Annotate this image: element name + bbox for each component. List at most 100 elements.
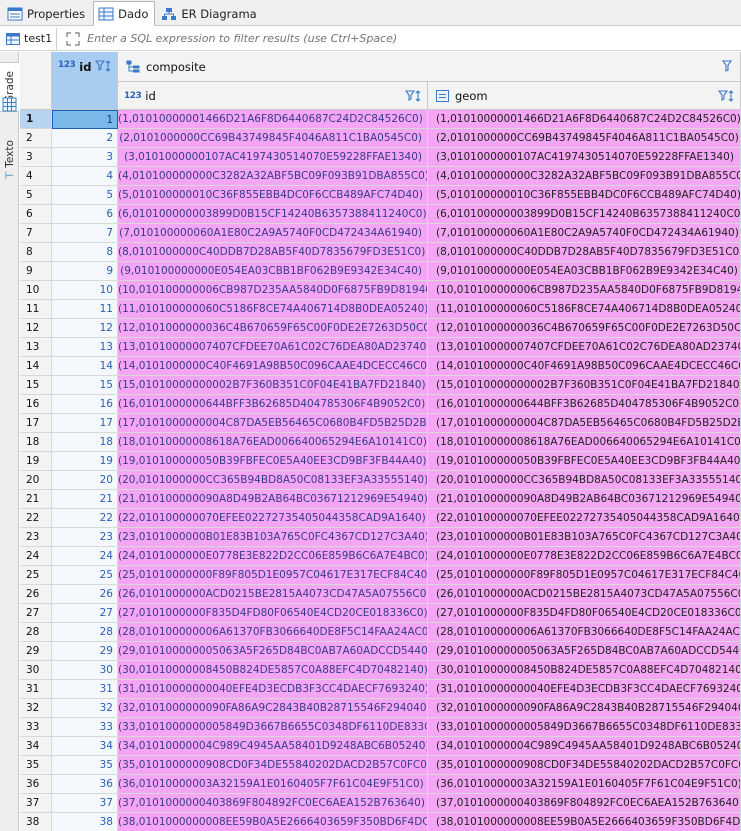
cell-composite-id[interactable]: (7,010100000060A1E80C2A9A5740F0CD472434A…: [118, 224, 428, 243]
cell-id[interactable]: 36: [52, 775, 118, 794]
row-number[interactable]: 16: [20, 395, 52, 414]
cell-geom[interactable]: (12,0101000000036C4B670659F65C00F0DE2E72…: [428, 319, 741, 338]
column-header-composite-id[interactable]: 123 id: [118, 82, 428, 110]
row-number[interactable]: 22: [20, 509, 52, 528]
cell-composite-id[interactable]: (12,0101000000036C4B670659F65C00F0DE2E72…: [118, 319, 428, 338]
row-number[interactable]: 27: [20, 604, 52, 623]
table-row[interactable]: 19 19 (19,010100000050B39FBFEC0E5A40EE3CD9…: [20, 452, 741, 471]
cell-geom[interactable]: (16,0101000000644BFF3B62685D404785306F4B…: [428, 395, 741, 414]
table-row[interactable]: 8 8 (8,0101000000C40DDB7D28AB5F40D7835679F…: [20, 243, 741, 262]
cell-geom[interactable]: (29,010100000005063A5F265D84BC0AB7A60ADC…: [428, 642, 741, 661]
table-row[interactable]: 22 22 (22,010100000070EFEE0227273540504435…: [20, 509, 741, 528]
cell-geom[interactable]: (6,010100000003899D0B15CF14240B635738841…: [428, 205, 741, 224]
cell-id[interactable]: 20: [52, 471, 118, 490]
side-tab-texto[interactable]: ⊤ Texto: [0, 130, 19, 190]
cell-id[interactable]: 1: [52, 110, 118, 129]
cell-id[interactable]: 30: [52, 661, 118, 680]
table-row[interactable]: 30 30 (30,01010000008450B824DE5857C0A88EFC…: [20, 661, 741, 680]
cell-geom[interactable]: (18,01010000008618A76EAD006640065294E6A1…: [428, 433, 741, 452]
sort-filter-icon[interactable]: [717, 90, 736, 105]
table-row[interactable]: 38 38 (38,0101000000008EE59B0A5E2666403659…: [20, 813, 741, 831]
cell-composite-id[interactable]: (34,01010000004C989C4945AA58401D9248ABC6…: [118, 737, 428, 756]
cell-id[interactable]: 5: [52, 186, 118, 205]
table-row[interactable]: 6 6 (6,010100000003899D0B15CF14240B6357388…: [20, 205, 741, 224]
cell-composite-id[interactable]: (13,01010000007407CFDEE70A61C02C76DEA80A…: [118, 338, 428, 357]
cell-geom[interactable]: (33,0101000000005849D3667B6655C0348DF611…: [428, 718, 741, 737]
cell-composite-id[interactable]: (15,01010000000002B7F360B351C0F04E41BA7F…: [118, 376, 428, 395]
row-number[interactable]: 31: [20, 680, 52, 699]
row-number[interactable]: 32: [20, 699, 52, 718]
cell-geom[interactable]: (23,0101000000B01E83B103A765C0FC4367CD12…: [428, 528, 741, 547]
table-row[interactable]: 33 33 (33,0101000000005849D3667B6655C0348D…: [20, 718, 741, 737]
cell-id[interactable]: 17: [52, 414, 118, 433]
table-row[interactable]: 29 29 (29,010100000005063A5F265D84BC0AB7A6…: [20, 642, 741, 661]
cell-composite-id[interactable]: (25,01010000000F89F805D1E0957C04617E317E…: [118, 566, 428, 585]
cell-geom[interactable]: (34,01010000004C989C4945AA58401D9248ABC6…: [428, 737, 741, 756]
grid-corner[interactable]: [20, 52, 52, 110]
cell-id[interactable]: 14: [52, 357, 118, 376]
cell-id[interactable]: 32: [52, 699, 118, 718]
cell-id[interactable]: 34: [52, 737, 118, 756]
cell-composite-id[interactable]: (3,0101000000107AC4197430514070E59228FFA…: [118, 148, 428, 167]
row-number[interactable]: 8: [20, 243, 52, 262]
cell-id[interactable]: 8: [52, 243, 118, 262]
cell-id[interactable]: 24: [52, 547, 118, 566]
cell-composite-id[interactable]: (9,010100000000E054EA03CBB1BF062B9E9342E…: [118, 262, 428, 281]
table-row[interactable]: 36 36 (36,01010000003A32159A1E0160405F7F61…: [20, 775, 741, 794]
row-number[interactable]: 23: [20, 528, 52, 547]
row-number[interactable]: 18: [20, 433, 52, 452]
table-row[interactable]: 12 12 (12,0101000000036C4B670659F65C00F0DE…: [20, 319, 741, 338]
table-row[interactable]: 34 34 (34,01010000004C989C4945AA58401D9248…: [20, 737, 741, 756]
cell-composite-id[interactable]: (24,0101000000E0778E3E822D2CC06E859B6C6A…: [118, 547, 428, 566]
row-number[interactable]: 36: [20, 775, 52, 794]
table-row[interactable]: 9 9 (9,010100000000E054EA03CBB1BF062B9E934…: [20, 262, 741, 281]
row-number[interactable]: 1: [20, 110, 52, 129]
cell-geom[interactable]: (9,010100000000E054EA03CBB1BF062B9E9342E…: [428, 262, 741, 281]
row-number[interactable]: 12: [20, 319, 52, 338]
cell-id[interactable]: 13: [52, 338, 118, 357]
table-row[interactable]: 26 26 (26,0101000000ACD0215BE2815A4073CD47…: [20, 585, 741, 604]
cell-composite-id[interactable]: (14,0101000000C40F4691A98B50C096CAAE4DCE…: [118, 357, 428, 376]
cell-id[interactable]: 22: [52, 509, 118, 528]
table-row[interactable]: 16 16 (16,0101000000644BFF3B62685D40478530…: [20, 395, 741, 414]
cell-geom[interactable]: (32,0101000000090FA86A9C2843B40B28715546…: [428, 699, 741, 718]
row-number[interactable]: 38: [20, 813, 52, 831]
row-number[interactable]: 35: [20, 756, 52, 775]
cell-id[interactable]: 29: [52, 642, 118, 661]
cell-geom[interactable]: (4,010100000000C3282A32ABF5BC09F093B91DB…: [428, 167, 741, 186]
table-row[interactable]: 31 31 (31,01010000000040EFE4D3ECDB3F3CC4DA…: [20, 680, 741, 699]
column-header-id[interactable]: 123 id: [52, 52, 118, 110]
cell-composite-id[interactable]: (1,01010000001466D21A6F8D6440687C24D2C84…: [118, 110, 428, 129]
row-number[interactable]: 20: [20, 471, 52, 490]
cell-id[interactable]: 7: [52, 224, 118, 243]
row-number[interactable]: 24: [20, 547, 52, 566]
cell-id[interactable]: 25: [52, 566, 118, 585]
cell-composite-id[interactable]: (2,0101000000CC69B43749845F4046A811C1BA0…: [118, 129, 428, 148]
table-row[interactable]: 28 28 (28,010100000006A61370FB3066640DE8F5…: [20, 623, 741, 642]
row-number[interactable]: 17: [20, 414, 52, 433]
cell-composite-id[interactable]: (32,0101000000090FA86A9C2843B40B28715546…: [118, 699, 428, 718]
cell-id[interactable]: 18: [52, 433, 118, 452]
cell-geom[interactable]: (17,0101000000004C87DA5EB56465C0680B4FD5…: [428, 414, 741, 433]
cell-geom[interactable]: (28,010100000006A61370FB3066640DE8F5C14F…: [428, 623, 741, 642]
cell-composite-id[interactable]: (19,010100000050B39FBFEC0E5A40EE3CD9BF3F…: [118, 452, 428, 471]
table-row[interactable]: 23 23 (23,0101000000B01E83B103A765C0FC4367…: [20, 528, 741, 547]
cell-composite-id[interactable]: (20,0101000000CC365B94BD8A50C08133EF3A33…: [118, 471, 428, 490]
cell-composite-id[interactable]: (38,0101000000008EE59B0A5E2666403659F350…: [118, 813, 428, 831]
cell-id[interactable]: 10: [52, 281, 118, 300]
cell-id[interactable]: 38: [52, 813, 118, 831]
table-row[interactable]: 15 15 (15,01010000000002B7F360B351C0F04E41…: [20, 376, 741, 395]
table-row[interactable]: 10 10 (10,010100000006CB987D235AA5840D0F68…: [20, 281, 741, 300]
cell-composite-id[interactable]: (36,01010000003A32159A1E0160405F7F61C04E…: [118, 775, 428, 794]
cell-composite-id[interactable]: (6,010100000003899D0B15CF14240B635738841…: [118, 205, 428, 224]
cell-id[interactable]: 9: [52, 262, 118, 281]
table-row[interactable]: 4 4 (4,010100000000C3282A32ABF5BC09F093B91…: [20, 167, 741, 186]
table-row[interactable]: 14 14 (14,0101000000C40F4691A98B50C096CAAE…: [20, 357, 741, 376]
cell-composite-id[interactable]: (29,010100000005063A5F265D84BC0AB7A60ADC…: [118, 642, 428, 661]
cell-id[interactable]: 21: [52, 490, 118, 509]
cell-composite-id[interactable]: (23,0101000000B01E83B103A765C0FC4367CD12…: [118, 528, 428, 547]
sort-filter-icon[interactable]: [94, 60, 113, 75]
table-row[interactable]: 3 3 (3,0101000000107AC4197430514070E59228F…: [20, 148, 741, 167]
cell-composite-id[interactable]: (16,0101000000644BFF3B62685D404785306F4B…: [118, 395, 428, 414]
row-number[interactable]: 5: [20, 186, 52, 205]
